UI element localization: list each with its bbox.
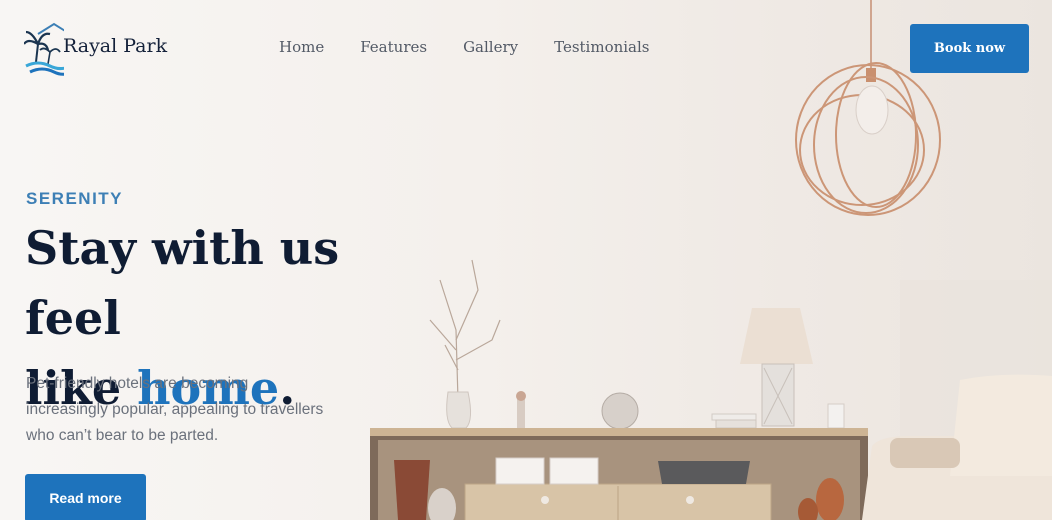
main-navigation: Home Features Gallery Testimonials — [279, 38, 650, 56]
brand-name: Rayal Park — [63, 35, 168, 57]
hero-description: Pet-friendly hotels are becoming increas… — [26, 375, 324, 444]
nav-testimonials[interactable]: Testimonials — [554, 38, 649, 56]
read-more-button[interactable]: Read more — [25, 474, 146, 520]
headline-line-1: Stay with us feel — [25, 221, 340, 345]
book-now-button[interactable]: Book now — [910, 24, 1029, 73]
nav-home[interactable]: Home — [279, 38, 324, 56]
hero-eyebrow: SERENITY — [26, 189, 124, 208]
nav-features[interactable]: Features — [360, 38, 427, 56]
palm-wave-logo-icon — [24, 22, 64, 76]
nav-gallery[interactable]: Gallery — [463, 38, 518, 56]
brand-logo[interactable]: Rayal Park — [24, 22, 184, 76]
